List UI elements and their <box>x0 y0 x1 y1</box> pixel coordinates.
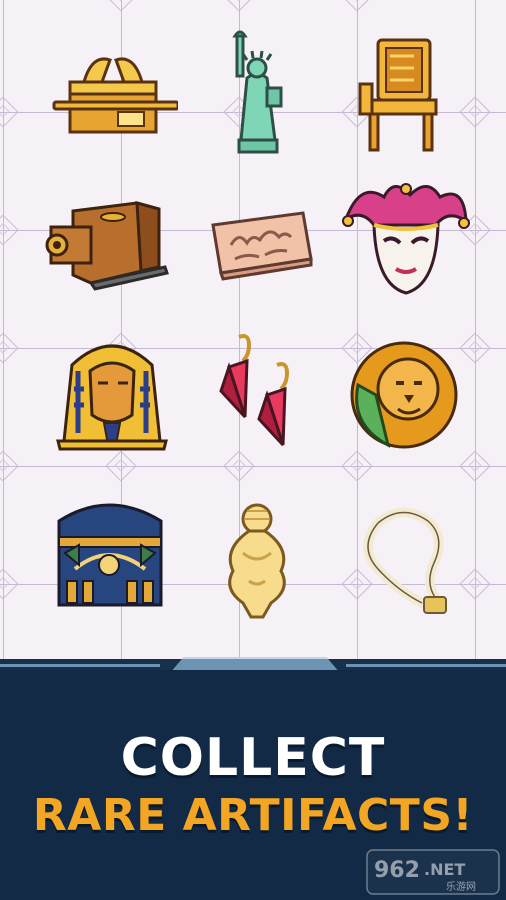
stone-relief-tablet-icon <box>211 211 313 281</box>
antique-camera-icon <box>45 201 169 291</box>
grid-diamond <box>341 0 373 12</box>
svg-text:乐游网: 乐游网 <box>446 880 476 893</box>
site-watermark-logo: 962 .NET 乐游网 <box>366 849 500 895</box>
grid-diamond <box>0 568 19 600</box>
artifact-venetian-mask[interactable] <box>337 172 473 308</box>
artifact-stone-relief-tablet[interactable] <box>192 172 328 308</box>
grid-diamond <box>0 96 19 128</box>
svg-text:.NET: .NET <box>424 860 465 879</box>
egyptian-mural-icon <box>57 503 163 607</box>
artifact-ark-of-the-covenant[interactable] <box>45 25 181 161</box>
svg-text:962: 962 <box>374 858 420 883</box>
artifact-pearl-necklace[interactable] <box>335 490 471 626</box>
headline-collect: COLLECT <box>120 728 386 788</box>
divider-line-left <box>0 664 160 667</box>
artifact-egyptian-mural[interactable] <box>42 490 178 626</box>
grid-diamond <box>0 450 19 482</box>
artifact-lion-head[interactable] <box>333 322 469 458</box>
crystal-earrings-icon <box>219 334 290 447</box>
golden-throne-icon <box>358 38 438 152</box>
statue-of-liberty-icon <box>232 30 283 154</box>
artifact-grid <box>0 0 506 662</box>
artifact-crystal-earrings[interactable] <box>190 322 326 458</box>
grid-diamond <box>0 214 19 246</box>
grid-diamond <box>223 0 255 12</box>
pharaoh-mask-icon <box>56 344 168 451</box>
venetian-mask-icon <box>342 183 470 295</box>
venus-figurine-icon <box>228 503 286 619</box>
divider-line-right <box>346 664 506 667</box>
artifact-pharaoh-mask[interactable] <box>45 322 181 458</box>
artifact-antique-camera[interactable] <box>40 172 176 308</box>
artifact-statue-of-liberty[interactable] <box>188 25 324 161</box>
ark-of-the-covenant-icon <box>52 57 178 134</box>
pearl-necklace-icon <box>363 507 447 614</box>
grid-diamond <box>105 0 137 12</box>
lion-head-icon <box>350 341 458 449</box>
grid-diamond <box>0 332 19 364</box>
artifact-golden-throne[interactable] <box>331 25 467 161</box>
headline-rare-artifacts: RARE ARTIFACTS! <box>32 790 474 841</box>
artifact-venus-figurine[interactable] <box>190 490 326 626</box>
